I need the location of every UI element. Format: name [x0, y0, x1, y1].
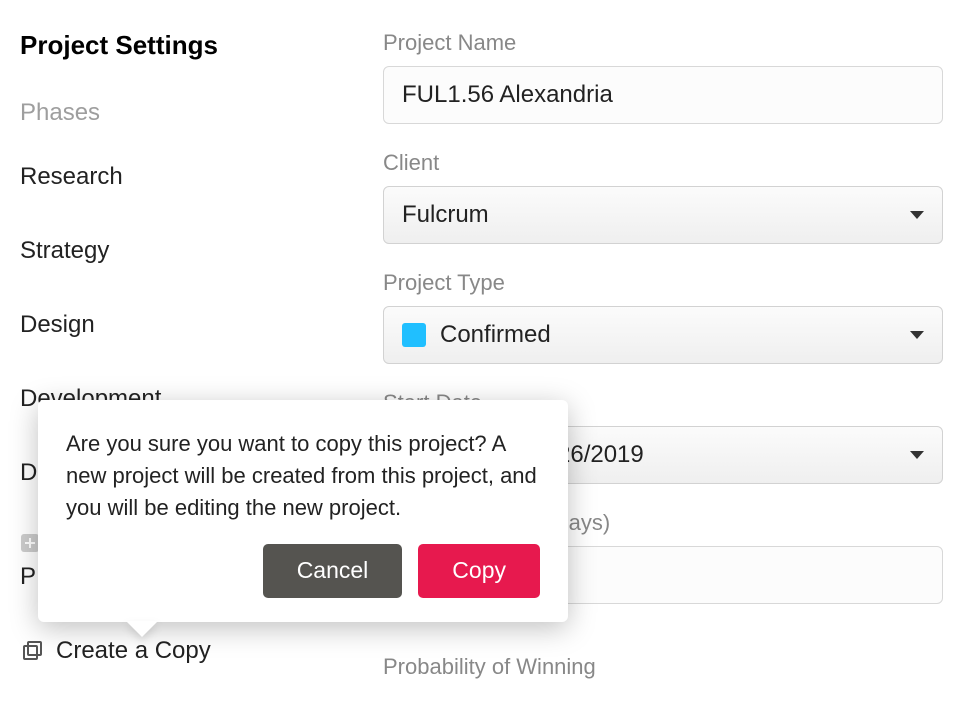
- client-select[interactable]: Fulcrum: [383, 186, 943, 244]
- sidebar-item-research[interactable]: Research: [20, 163, 345, 191]
- copy-button[interactable]: Copy: [418, 544, 540, 598]
- client-value: Fulcrum: [402, 201, 489, 229]
- project-name-label: Project Name: [383, 30, 955, 56]
- popover-actions: Cancel Copy: [66, 544, 540, 598]
- project-name-input[interactable]: FUL1.56 Alexandria: [383, 66, 943, 124]
- client-label: Client: [383, 150, 955, 176]
- copy-icon: [20, 639, 44, 663]
- duration-label-fragment: g days): [538, 510, 955, 536]
- popover-tail: [126, 621, 158, 637]
- create-copy-label: Create a Copy: [56, 637, 211, 665]
- probability-label: Probability of Winning: [383, 654, 955, 680]
- status-color-chip: [402, 323, 426, 347]
- popover-message: Are you sure you want to copy this proje…: [66, 428, 540, 524]
- chevron-down-icon: [910, 331, 924, 339]
- sidebar-item-design[interactable]: Design: [20, 311, 345, 339]
- phases-section-label: Phases: [20, 99, 345, 127]
- confirm-copy-popover: Are you sure you want to copy this proje…: [38, 400, 568, 622]
- sidebar-item-strategy[interactable]: Strategy: [20, 237, 345, 265]
- project-type-value: Confirmed: [440, 321, 551, 349]
- project-type-label: Project Type: [383, 270, 955, 296]
- start-date-value: 26/2019: [557, 441, 644, 469]
- chevron-down-icon: [910, 211, 924, 219]
- cancel-button[interactable]: Cancel: [263, 544, 403, 598]
- project-name-value: FUL1.56 Alexandria: [402, 81, 613, 109]
- duration-input[interactable]: [538, 546, 943, 604]
- page-title: Project Settings: [20, 30, 345, 61]
- add-icon[interactable]: [20, 533, 40, 553]
- project-type-select[interactable]: Confirmed: [383, 306, 943, 364]
- create-copy-action[interactable]: Create a Copy: [20, 637, 345, 665]
- chevron-down-icon: [910, 451, 924, 459]
